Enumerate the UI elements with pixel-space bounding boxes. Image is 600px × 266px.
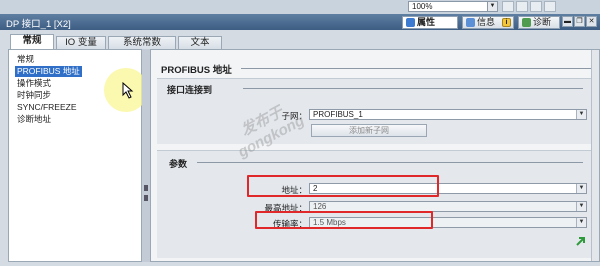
chevron-down-icon[interactable]: ▼ bbox=[487, 2, 497, 11]
group-divider bbox=[197, 162, 583, 163]
tab-io-tags-label: IO 变量 bbox=[65, 37, 97, 48]
nav-item-clock-sync[interactable]: 时钟同步 bbox=[15, 90, 53, 101]
panel-splitter[interactable] bbox=[142, 49, 150, 262]
section-title: PROFIBUS 地址 bbox=[161, 65, 232, 76]
nav-item-label: 诊断地址 bbox=[17, 114, 52, 124]
tab-io-tags[interactable]: IO 变量 bbox=[56, 36, 106, 49]
properties-icon bbox=[406, 18, 415, 27]
subnet-select[interactable]: PROFIBUS_1 ▼ bbox=[309, 109, 587, 120]
interface-group-title: 接口连接到 bbox=[167, 85, 213, 95]
vertical-scrollbar[interactable] bbox=[591, 50, 599, 261]
tab-info[interactable]: 信息 i bbox=[462, 16, 514, 29]
chevron-down-icon[interactable]: ▼ bbox=[576, 202, 586, 211]
toolbar-button-icon[interactable] bbox=[502, 1, 514, 12]
zoom-value: 100% bbox=[412, 2, 433, 11]
minimize-icon[interactable]: ▬ bbox=[562, 16, 573, 27]
nav-item-general[interactable]: 常规 bbox=[15, 54, 36, 65]
window-buttons: ▬ ❐ ✕ bbox=[562, 16, 598, 28]
nav-item-label: PROFIBUS 地址 bbox=[17, 66, 80, 76]
nav-item-label: 操作模式 bbox=[17, 78, 52, 88]
content-panel: PROFIBUS 地址 接口连接到 子网： PROFIBUS_1 ▼ 添加新子网… bbox=[150, 49, 600, 262]
diagnostics-icon bbox=[522, 18, 531, 27]
info-icon bbox=[466, 18, 475, 27]
splitter-arrow-icon[interactable] bbox=[144, 185, 148, 191]
parameters-group: 参数 地址： 2 ▼ 最高地址： 126 ▼ 传输率： 1.5 Mbps ▼ bbox=[157, 150, 591, 258]
tab-properties-label: 属性 bbox=[417, 17, 436, 27]
close-icon[interactable]: ✕ bbox=[586, 16, 597, 27]
highlight-baud-box bbox=[255, 211, 433, 229]
highlight-address-box bbox=[247, 175, 439, 197]
max-address-value: 126 bbox=[313, 202, 327, 211]
chevron-down-icon[interactable]: ▼ bbox=[576, 218, 586, 227]
interface-group: 接口连接到 子网： PROFIBUS_1 ▼ 添加新子网 bbox=[157, 78, 591, 144]
tab-system-constants[interactable]: 系统常数 bbox=[108, 36, 176, 49]
zoom-select[interactable]: 100% ▼ bbox=[408, 1, 498, 12]
mouse-cursor-icon bbox=[122, 82, 134, 99]
toolbar-button-icon[interactable] bbox=[544, 1, 556, 12]
chevron-down-icon[interactable]: ▼ bbox=[576, 110, 586, 119]
info-badge: i bbox=[502, 18, 511, 27]
toolbar-button-icon[interactable] bbox=[516, 1, 528, 12]
go-to-arrow-icon[interactable] bbox=[575, 235, 587, 247]
subnet-value: PROFIBUS_1 bbox=[313, 110, 363, 119]
window-title: DP 接口_1 [X2] bbox=[6, 19, 71, 30]
tab-texts[interactable]: 文本 bbox=[178, 36, 222, 49]
top-toolbar: 100% ▼ bbox=[0, 0, 600, 14]
nav-item-operating-mode[interactable]: 操作模式 bbox=[15, 78, 53, 89]
splitter-arrow-icon[interactable] bbox=[144, 195, 148, 201]
tab-diagnostics-label: 诊断 bbox=[533, 17, 552, 27]
restore-icon[interactable]: ❐ bbox=[574, 16, 585, 27]
nav-item-sync-freeze[interactable]: SYNC/FREEZE bbox=[15, 102, 79, 113]
group-divider bbox=[243, 88, 583, 89]
add-subnet-label: 添加新子网 bbox=[349, 126, 389, 135]
tab-system-constants-label: 系统常数 bbox=[122, 37, 161, 48]
nav-item-label: 常规 bbox=[17, 54, 35, 64]
toolbar-button-icon[interactable] bbox=[530, 1, 542, 12]
tab-info-label: 信息 bbox=[477, 17, 496, 27]
add-subnet-button[interactable]: 添加新子网 bbox=[311, 124, 427, 137]
nav-item-diag-address[interactable]: 诊断地址 bbox=[15, 114, 53, 125]
nav-item-profibus-address[interactable]: PROFIBUS 地址 bbox=[15, 66, 82, 77]
tab-general[interactable]: 常规 bbox=[10, 34, 54, 49]
section-divider bbox=[241, 68, 591, 69]
tab-general-label: 常规 bbox=[22, 35, 42, 46]
chevron-down-icon[interactable]: ▼ bbox=[576, 184, 586, 193]
property-tabs: 常规 IO 变量 系统常数 文本 bbox=[0, 33, 600, 49]
nav-item-label: 时钟同步 bbox=[17, 90, 52, 100]
nav-item-label: SYNC/FREEZE bbox=[17, 102, 77, 112]
tab-diagnostics[interactable]: 诊断 bbox=[518, 16, 560, 29]
tab-texts-label: 文本 bbox=[190, 37, 210, 48]
tab-properties[interactable]: 属性 bbox=[402, 16, 458, 29]
parameters-group-title: 参数 bbox=[169, 159, 188, 169]
